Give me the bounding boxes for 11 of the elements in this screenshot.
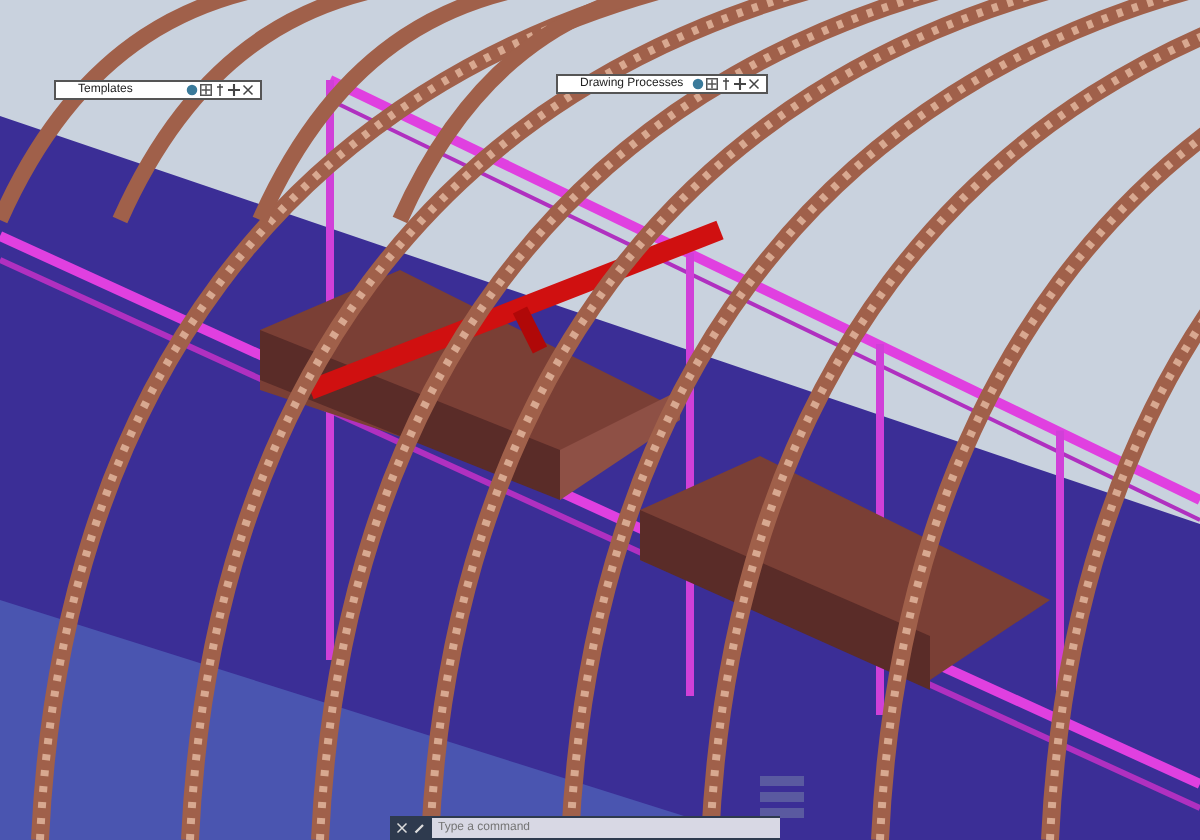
- grid-icon[interactable]: [706, 78, 718, 90]
- close-icon[interactable]: [748, 78, 760, 90]
- pin-icon[interactable]: [214, 84, 226, 96]
- close-icon[interactable]: [242, 84, 254, 96]
- pin-icon[interactable]: [720, 78, 732, 90]
- grid-icon[interactable]: [200, 84, 212, 96]
- circle-icon[interactable]: [186, 84, 198, 96]
- move-icon[interactable]: [228, 84, 240, 96]
- move-icon[interactable]: [734, 78, 746, 90]
- floating-panel: [760, 776, 804, 824]
- circle-icon[interactable]: [692, 78, 704, 90]
